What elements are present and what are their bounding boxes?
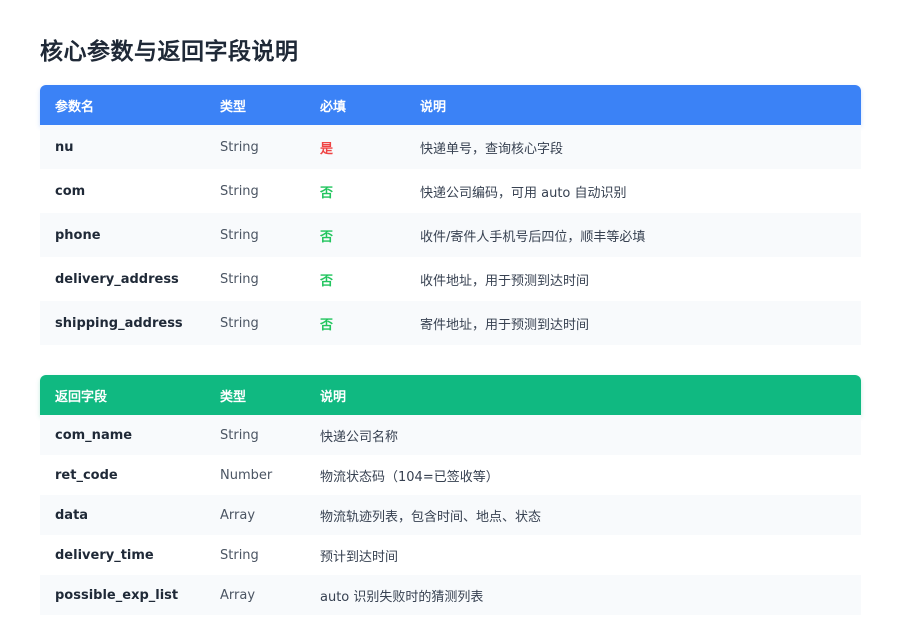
field-type: Array xyxy=(220,507,256,523)
field-name: ret_code xyxy=(55,467,118,483)
param-name: shipping_address xyxy=(55,315,183,331)
table-row: com_name String 快递公司名称 xyxy=(40,415,861,455)
param-description: 快递单号，查询核心字段 xyxy=(420,141,564,157)
field-description: auto 识别失败时的猜测列表 xyxy=(320,589,484,605)
param-type: String xyxy=(220,227,259,243)
param-description: 寄件地址，用于预测到达时间 xyxy=(420,317,590,333)
param-type: String xyxy=(220,271,259,287)
field-type: Number xyxy=(220,467,273,483)
field-name: data xyxy=(55,507,89,523)
param-required: 否 xyxy=(320,229,334,245)
page-title: 核心参数与返回字段说明 xyxy=(40,39,299,65)
param-required: 是 xyxy=(320,141,334,157)
params-table-header: 参数名 类型 必填 说明 xyxy=(40,85,861,125)
header-required: 必填 xyxy=(320,99,347,115)
header-return-field: 返回字段 xyxy=(55,389,108,405)
field-type: Array xyxy=(220,587,256,603)
table-row: delivery_time String 预计到达时间 xyxy=(40,535,861,575)
field-name: delivery_time xyxy=(55,547,154,563)
table-row: ret_code Number 物流状态码（104=已签收等） xyxy=(40,455,861,495)
params-table: 参数名 类型 必填 说明 nu String 是 快递单号，查询核心字段 com… xyxy=(40,85,861,345)
param-name: delivery_address xyxy=(55,271,179,287)
param-description: 快递公司编码，可用 auto 自动识别 xyxy=(420,185,627,201)
field-description: 物流状态码（104=已签收等） xyxy=(320,469,499,485)
returns-table-header: 返回字段 类型 说明 xyxy=(40,375,861,415)
param-type: String xyxy=(220,139,259,155)
header-description: 说明 xyxy=(320,389,347,405)
field-name: com_name xyxy=(55,427,133,443)
param-description: 收件/寄件人手机号后四位，顺丰等必填 xyxy=(420,229,646,245)
param-type: String xyxy=(220,183,259,199)
table-row: com String 否 快递公司编码，可用 auto 自动识别 xyxy=(40,169,861,213)
table-row: possible_exp_list Array auto 识别失败时的猜测列表 xyxy=(40,575,861,615)
param-description: 收件地址，用于预测到达时间 xyxy=(420,273,590,289)
field-name: possible_exp_list xyxy=(55,587,179,603)
param-required: 否 xyxy=(320,273,334,289)
table-row: shipping_address String 否 寄件地址，用于预测到达时间 xyxy=(40,301,861,345)
table-row: delivery_address String 否 收件地址，用于预测到达时间 xyxy=(40,257,861,301)
field-type: String xyxy=(220,427,259,443)
returns-table: 返回字段 类型 说明 com_name String 快递公司名称 ret_co… xyxy=(40,375,861,615)
param-name: phone xyxy=(55,227,101,243)
field-type: String xyxy=(220,547,259,563)
field-description: 预计到达时间 xyxy=(320,549,399,565)
param-name: nu xyxy=(55,139,74,155)
table-row: nu String 是 快递单号，查询核心字段 xyxy=(40,125,861,169)
table-row: phone String 否 收件/寄件人手机号后四位，顺丰等必填 xyxy=(40,213,861,257)
param-required: 否 xyxy=(320,317,334,333)
header-description: 说明 xyxy=(420,99,447,115)
param-type: String xyxy=(220,315,259,331)
param-name: com xyxy=(55,183,86,199)
header-param-name: 参数名 xyxy=(55,99,95,115)
field-description: 物流轨迹列表，包含时间、地点、状态 xyxy=(320,509,542,525)
header-type: 类型 xyxy=(220,99,247,115)
field-description: 快递公司名称 xyxy=(320,429,399,445)
param-required: 否 xyxy=(320,185,334,201)
header-type: 类型 xyxy=(220,389,247,405)
table-row: data Array 物流轨迹列表，包含时间、地点、状态 xyxy=(40,495,861,535)
